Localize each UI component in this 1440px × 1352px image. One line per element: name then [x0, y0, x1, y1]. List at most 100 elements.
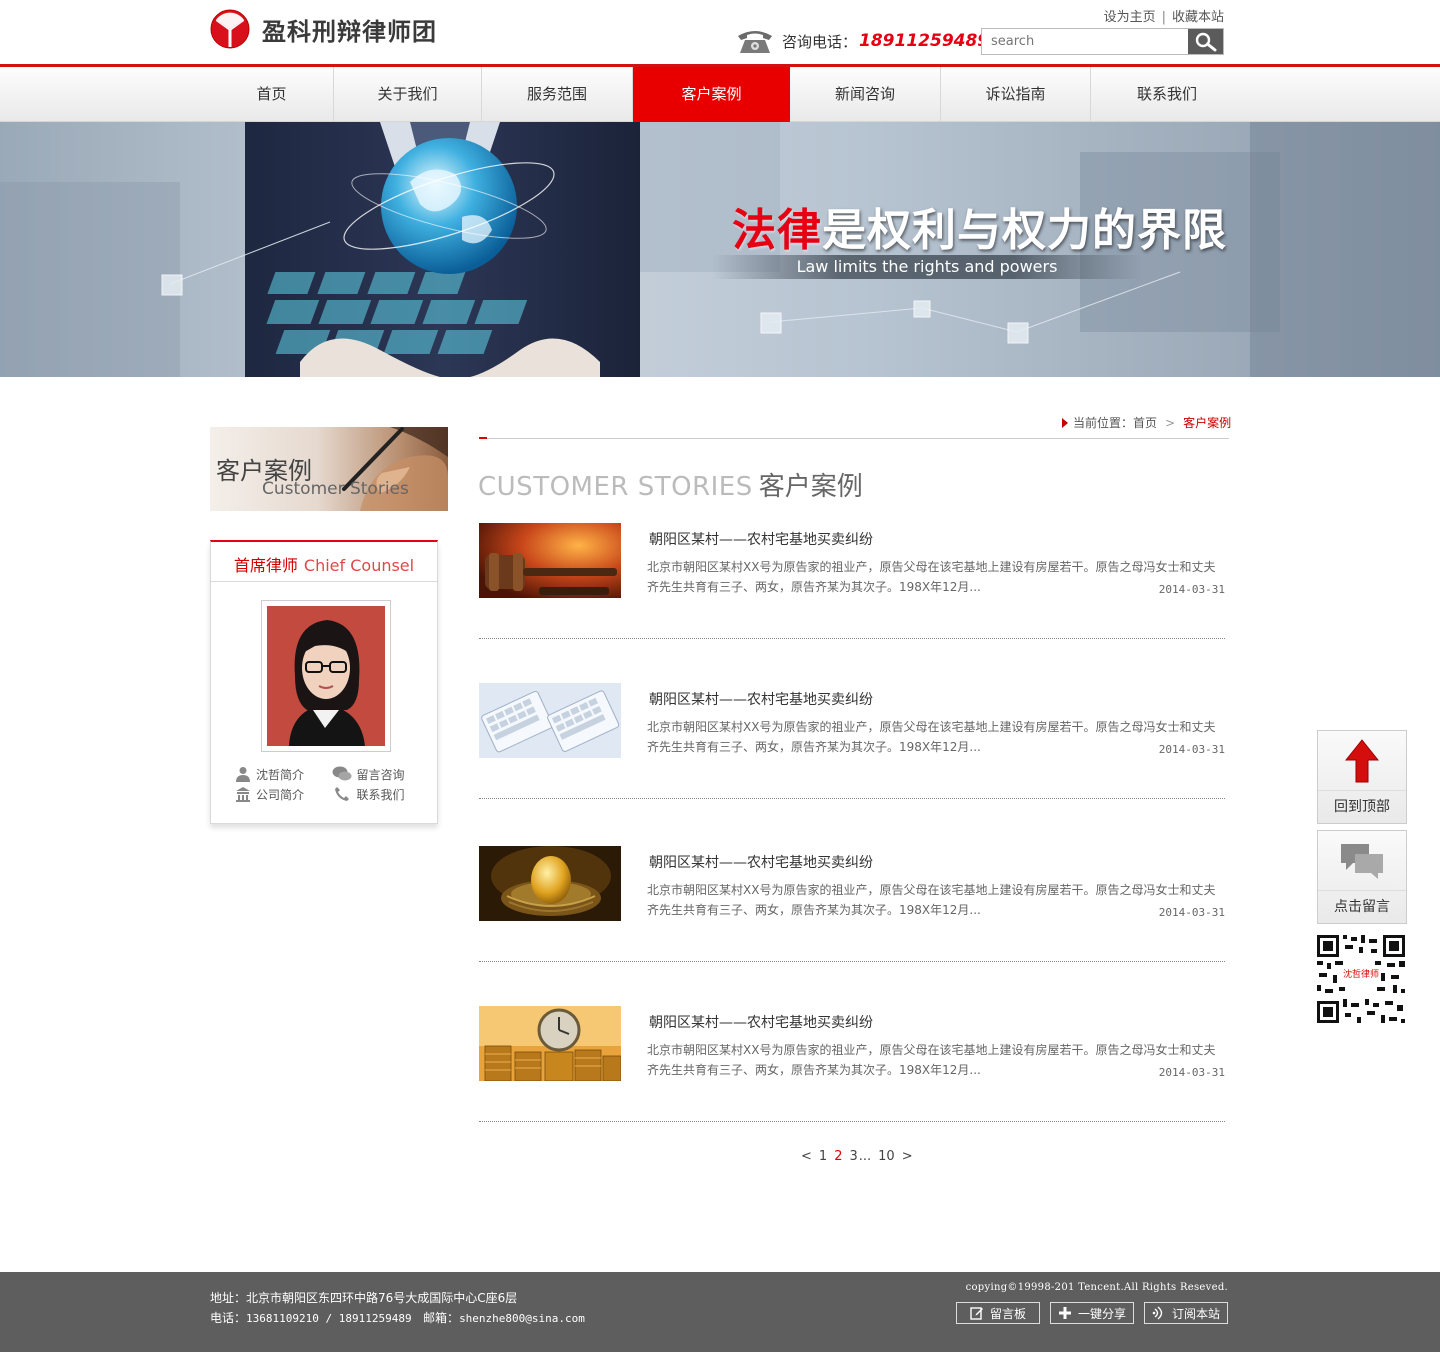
banner-subtitle: Law limits the rights and powers — [712, 255, 1142, 279]
footer-email: shenzhe800@sina.com — [459, 1312, 585, 1325]
banner-title-rest: 是权利与权力的界限 — [822, 205, 1227, 256]
subscribe-label: 订阅本站 — [1171, 1306, 1220, 1321]
nav-item-home[interactable]: 首页 — [210, 67, 334, 122]
story-desc: 北京市朝阳区某村XX号为原告家的祖业产，原告父母在该宅基地上建设有房屋若干。原告… — [647, 720, 1216, 754]
contact-us-link[interactable]: 联系我们 — [332, 786, 421, 802]
hotline: 咨询电话： 18911259489 — [736, 27, 989, 55]
site-header: 盈科刑辩律师团 设为主页 | 收藏本站 咨询电话： 18911259489 — [0, 0, 1440, 64]
banner-title-highlight: 法律 — [732, 205, 822, 256]
nav-item-guide[interactable]: 诉讼指南 — [941, 67, 1091, 122]
message-consult-link[interactable]: 留言咨询 — [332, 766, 421, 782]
company-profile-link[interactable]: 公司简介 — [235, 786, 324, 802]
message-board-button[interactable]: 留言板 — [956, 1302, 1040, 1324]
coins-clock-icon — [479, 1006, 621, 1081]
plus-icon — [1058, 1307, 1071, 1319]
brand-name: 盈科刑辩律师团 — [262, 17, 437, 46]
banner-title: 法律是权利与权力的界限 — [732, 194, 1227, 258]
lawyer-profile-link[interactable]: 沈哲简介 — [235, 766, 324, 782]
gavel-icon — [479, 523, 621, 598]
chief-counsel-card: 首席律师 Chief Counsel 沈哲简介 留言咨询 公司简介 联系我们 — [210, 540, 438, 824]
story-title[interactable]: 朝阳区某村——农村宅基地买卖纠纷 — [649, 689, 873, 709]
keyboard-icon — [479, 683, 621, 758]
search-input[interactable] — [982, 29, 1189, 54]
pager-page-2[interactable]: 2 — [834, 1149, 842, 1164]
story-date: 2014-03-31 — [1158, 583, 1225, 596]
search-button[interactable] — [1188, 29, 1223, 54]
hotline-label: 咨询电话： — [782, 32, 858, 51]
pager-page-3[interactable]: 3 — [849, 1149, 857, 1164]
pager-prev[interactable]: < — [801, 1149, 812, 1164]
story-title[interactable]: 朝阳区某村——农村宅基地买卖纠纷 — [649, 1012, 873, 1032]
back-to-top-button[interactable]: 回到顶部 — [1317, 730, 1407, 824]
story-item[interactable]: 朝阳区某村——农村宅基地买卖纠纷 北京市朝阳区某村XX号为原告家的祖业产，原告父… — [479, 523, 1225, 639]
subscribe-button[interactable]: 订阅本站 — [1144, 1302, 1228, 1324]
main-nav-bar: 首页 关于我们 服务范围 客户案例 新闻咨询 诉讼指南 联系我们 — [0, 64, 1440, 122]
search-box — [981, 28, 1224, 55]
add-favorite-link[interactable]: 收藏本站 — [1172, 10, 1224, 25]
footer-contact: 地址：北京市朝阳区东四环中路76号大成国际中心C座6层 电话：136811092… — [210, 1288, 585, 1329]
footer-address: 地址：北京市朝阳区东四环中路76号大成国际中心C座6层 — [210, 1291, 518, 1305]
story-desc: 北京市朝阳区某村XX号为原告家的祖业产，原告父母在该宅基地上建设有房屋若干。原告… — [647, 560, 1216, 594]
story-date: 2014-03-31 — [1158, 1066, 1225, 1079]
site-logo[interactable]: 盈科刑辩律师团 — [210, 8, 437, 50]
footer-phone-label: 电话： — [210, 1311, 247, 1325]
footer-phones: 13681109210 / 18911259489 — [246, 1312, 412, 1325]
section-title-en: CUSTOMER STORIES — [478, 472, 753, 502]
leave-message-button[interactable]: 点击留言 — [1317, 830, 1407, 924]
set-homepage-link[interactable]: 设为主页 — [1104, 10, 1156, 25]
breadcrumb-arrow-icon — [1062, 417, 1068, 428]
story-item[interactable]: 朝阳区某村——农村宅基地买卖纠纷 北京市朝阳区某村XX号为原告家的祖业产，原告父… — [479, 1006, 1225, 1122]
rss-icon — [1152, 1306, 1163, 1320]
back-to-top-label: 回到顶部 — [1334, 799, 1390, 815]
story-item[interactable]: 朝阳区某村——农村宅基地买卖纠纷 北京市朝阳区某村XX号为原告家的祖业产，原告父… — [479, 846, 1225, 962]
story-item[interactable]: 朝阳区某村——农村宅基地买卖纠纷 北京市朝阳区某村XX号为原告家的祖业产，原告父… — [479, 683, 1225, 799]
share-button[interactable]: 一键分享 — [1050, 1302, 1134, 1324]
story-title[interactable]: 朝阳区某村——农村宅基地买卖纠纷 — [649, 852, 873, 872]
qr-caption: 沈哲律师 — [1343, 968, 1379, 980]
building-icon — [236, 787, 250, 802]
chat-icon — [1341, 843, 1383, 879]
logo-icon — [210, 9, 250, 49]
hotline-number: 18911259489 — [859, 31, 990, 51]
breadcrumb-current: 客户案例 — [1183, 416, 1232, 430]
story-title[interactable]: 朝阳区某村——农村宅基地买卖纠纷 — [649, 529, 873, 549]
footer-contact-line: 电话：13681109210 / 18911259489 邮箱：shenzhe8… — [210, 1308, 585, 1329]
breadcrumb-separator: > — [1165, 415, 1176, 430]
counsel-title-cn: 首席律师 — [233, 556, 298, 575]
person-icon — [236, 767, 250, 782]
pager-next[interactable]: > — [902, 1149, 913, 1164]
top-links-separator: | — [1161, 10, 1166, 25]
phone-handset-icon — [334, 787, 349, 801]
pager-page-last[interactable]: 10 — [878, 1149, 895, 1164]
qr-code-icon[interactable]: 沈哲律师 — [1315, 933, 1407, 1025]
pager-page-1[interactable]: 1 — [819, 1149, 827, 1164]
nav-item-cases[interactable]: 客户案例 — [633, 67, 790, 122]
sidebar-header-subtitle: Customer Stories — [262, 479, 409, 499]
message-board-label: 留言板 — [989, 1306, 1026, 1321]
nav-item-contact[interactable]: 联系我们 — [1091, 67, 1243, 122]
leave-message-icon-wrap — [1318, 831, 1406, 891]
story-desc: 北京市朝阳区某村XX号为原告家的祖业产，原告父母在该宅基地上建设有房屋若干。原告… — [647, 1043, 1216, 1077]
golden-egg-icon — [479, 846, 621, 921]
leave-message-label: 点击留言 — [1334, 899, 1390, 915]
search-icon — [1195, 32, 1217, 51]
breadcrumb-home-link[interactable]: 首页 — [1133, 414, 1157, 431]
pager-ellipsis: ... — [858, 1149, 872, 1164]
nav-item-services[interactable]: 服务范围 — [482, 67, 633, 122]
company-profile-label: 公司简介 — [256, 787, 305, 802]
lawyer-profile-label: 沈哲简介 — [256, 767, 305, 782]
telephone-icon — [738, 31, 772, 53]
footer-copyright: copying©19998-201 Tencent.All Rights Res… — [965, 1282, 1228, 1293]
nav-item-news[interactable]: 新闻咨询 — [790, 67, 941, 122]
footer-email-label: 邮箱： — [423, 1311, 460, 1325]
counsel-title-en: Chief Counsel — [303, 556, 415, 575]
counsel-photo — [267, 606, 385, 746]
edit-icon — [970, 1307, 983, 1320]
story-desc: 北京市朝阳区某村XX号为原告家的祖业产，原告父母在该宅基地上建设有房屋若干。原告… — [647, 883, 1216, 917]
share-label: 一键分享 — [1077, 1306, 1126, 1321]
up-arrow-icon — [1345, 738, 1379, 782]
contact-us-label: 联系我们 — [356, 787, 405, 802]
section-title-cn: 客户案例 — [758, 472, 863, 502]
main-nav: 首页 关于我们 服务范围 客户案例 新闻咨询 诉讼指南 联系我们 — [210, 67, 1243, 122]
nav-item-about[interactable]: 关于我们 — [334, 67, 482, 122]
